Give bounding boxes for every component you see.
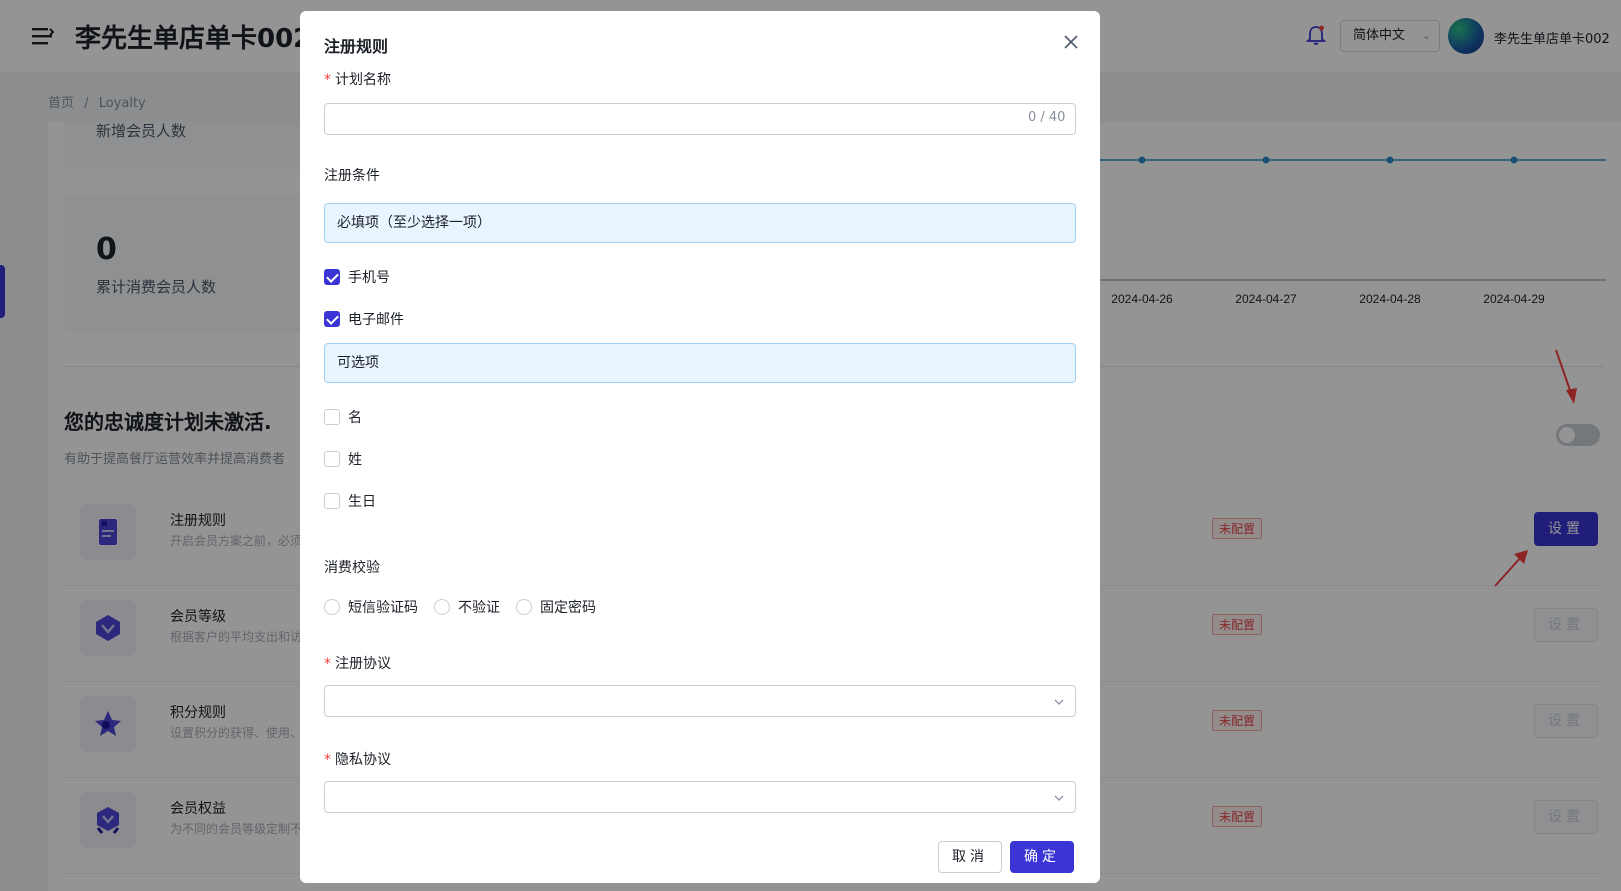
radio-icon[interactable] — [324, 599, 340, 615]
radio-label: 短信验证码 — [348, 600, 418, 616]
registration-rule-dialog: 注册规则 * 计划名称 0 / 40 注册条件 必填项（至少选择一项） 手机号 电… — [300, 11, 1100, 883]
required-mark: * — [324, 752, 331, 768]
first-name-checkbox[interactable]: 名 — [324, 407, 362, 427]
radio-icon[interactable] — [516, 599, 532, 615]
checkbox-icon[interactable] — [324, 409, 340, 425]
phone-checkbox[interactable]: 手机号 — [324, 267, 390, 287]
verification-radio-group: 短信验证码 不验证 固定密码 — [324, 597, 612, 617]
checkbox-checked-icon[interactable] — [324, 311, 340, 327]
privacy-select[interactable] — [324, 781, 1076, 813]
dialog-title: 注册规则 — [324, 37, 389, 56]
privacy-label-text: 隐私协议 — [335, 752, 391, 768]
email-checkbox[interactable]: 电子邮件 — [324, 309, 404, 329]
checkbox-label: 电子邮件 — [348, 312, 404, 328]
plan-name-input[interactable] — [324, 103, 1076, 135]
radio-fixed-password[interactable]: 固定密码 — [516, 597, 596, 617]
cancel-button[interactable]: 取消 — [938, 841, 1002, 873]
privacy-label: * 隐私协议 — [324, 749, 391, 769]
plan-name-counter: 0 / 40 — [1028, 110, 1066, 125]
chevron-down-icon — [1054, 795, 1064, 801]
conditions-label: 注册条件 — [324, 168, 380, 184]
optional-section-bar: 可选项 — [324, 343, 1076, 383]
checkbox-checked-icon[interactable] — [324, 269, 340, 285]
required-mark: * — [324, 72, 331, 88]
required-mark: * — [324, 656, 331, 672]
radio-no-verify[interactable]: 不验证 — [434, 597, 500, 617]
agreement-label: * 注册协议 — [324, 653, 391, 673]
required-section-bar: 必填项（至少选择一项） — [324, 203, 1076, 243]
last-name-checkbox[interactable]: 姓 — [324, 449, 362, 469]
agreement-label-text: 注册协议 — [335, 656, 391, 672]
checkbox-icon[interactable] — [324, 493, 340, 509]
chevron-down-icon — [1054, 699, 1064, 705]
checkbox-icon[interactable] — [324, 451, 340, 467]
checkbox-label: 手机号 — [348, 270, 390, 286]
plan-name-label-text: 计划名称 — [335, 72, 391, 88]
radio-icon[interactable] — [434, 599, 450, 615]
checkbox-label: 姓 — [348, 452, 362, 468]
agreement-select[interactable] — [324, 685, 1076, 717]
confirm-button[interactable]: 确定 — [1010, 841, 1074, 873]
birthday-checkbox[interactable]: 生日 — [324, 491, 376, 511]
plan-name-label: * 计划名称 — [324, 69, 391, 89]
close-icon[interactable] — [1060, 31, 1082, 53]
radio-sms-code[interactable]: 短信验证码 — [324, 597, 418, 617]
radio-label: 不验证 — [458, 600, 500, 616]
checkbox-label: 生日 — [348, 494, 376, 510]
radio-label: 固定密码 — [540, 600, 596, 616]
checkbox-label: 名 — [348, 410, 362, 426]
verification-label: 消费校验 — [324, 560, 380, 576]
